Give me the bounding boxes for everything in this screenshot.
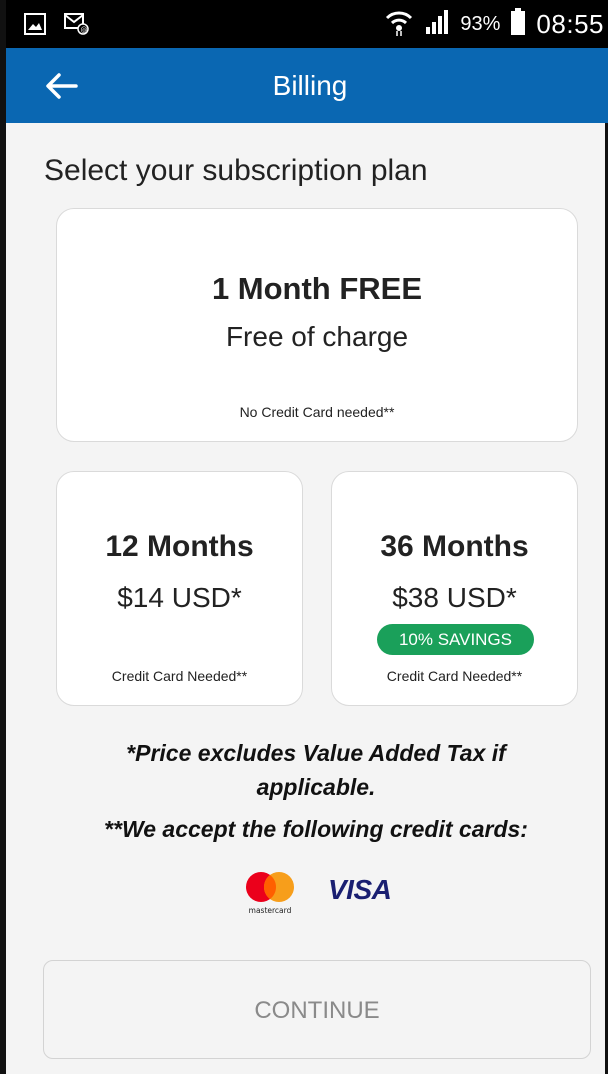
plan-subtitle: Free of charge	[225, 321, 409, 352]
plan-card-free[interactable]: 1 Month FREE Free of charge No Credit Ca…	[56, 208, 578, 442]
plan-title: 12 Months	[105, 530, 254, 563]
plan-card-12-months[interactable]: 12 Months $14 USD* Credit Card Needed**	[56, 471, 303, 706]
app-bar: Billing	[6, 48, 608, 123]
savings-badge: 10% SAVINGS	[377, 624, 534, 655]
plan-note: Credit Card Needed**	[386, 668, 523, 684]
mastercard-wordmark: mastercard	[249, 906, 292, 915]
accepted-cards: mastercard VISA	[242, 868, 412, 918]
plan-title: 36 Months	[380, 530, 529, 563]
plan-price: $38 USD*	[392, 582, 517, 613]
battery-icon	[510, 8, 526, 41]
wifi-icon	[384, 8, 414, 41]
plan-note: Credit Card Needed**	[111, 668, 248, 684]
mastercard-logo: mastercard	[242, 870, 298, 916]
plan-heading: Select your subscription plan	[44, 154, 428, 187]
email-notification-icon: @	[64, 12, 90, 41]
tax-footnote: *Price excludes Value Added Tax if appli…	[126, 740, 506, 800]
plan-title: 1 Month FREE	[211, 271, 423, 306]
plan-note: No Credit Card needed**	[239, 404, 395, 420]
svg-text:@: @	[81, 26, 88, 34]
plan-price: $14 USD*	[117, 582, 242, 613]
plan-card-36-months[interactable]: 36 Months $38 USD* 10% SAVINGS Credit Ca…	[331, 471, 578, 706]
page-title: Billing	[272, 70, 348, 101]
clock: 08:55	[536, 9, 604, 39]
battery-percent: 93%	[460, 13, 501, 35]
app-screen: @ 93% 08:55 Billing Select your subscrip…	[0, 0, 608, 1074]
cards-footnote: **We accept the following credit cards:	[104, 816, 528, 842]
visa-logo: VISA	[328, 874, 392, 905]
gallery-icon	[24, 13, 46, 40]
continue-button[interactable]: CONTINUE	[43, 960, 591, 1059]
status-bar: @ 93% 08:55	[6, 0, 608, 48]
signal-icon	[424, 9, 450, 40]
